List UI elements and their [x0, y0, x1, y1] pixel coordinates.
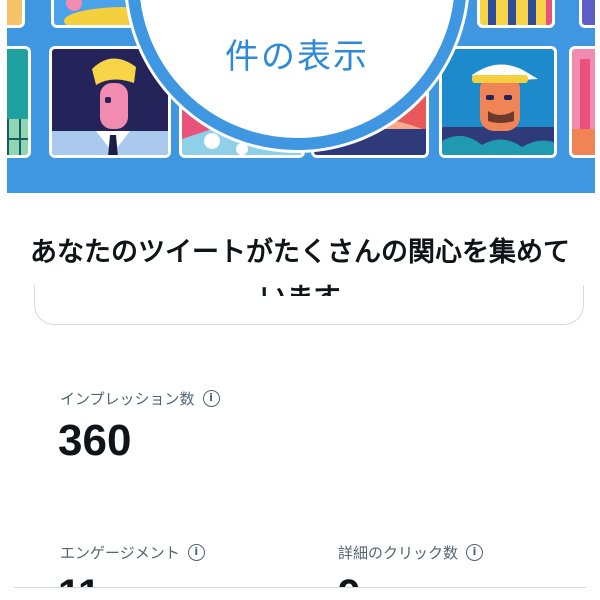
engagements-label-text: エンゲージメント: [60, 544, 180, 562]
info-icon[interactable]: i: [202, 390, 220, 407]
person-illustration: [442, 64, 554, 155]
bottom-divider: [14, 587, 586, 600]
impressions-value: 360: [58, 416, 132, 465]
avatar-tile: [7, 46, 31, 158]
avatar-tile: [7, 0, 25, 28]
badge-text: 件の表示: [225, 37, 369, 77]
detail-clicks-label: 詳細のクリック数 i: [338, 542, 484, 563]
illustration-art: [488, 0, 552, 25]
promo-card[interactable]: 件の表示 あなたのツイートがたくさんの関心を集めています: [0, 0, 600, 325]
impressions-label: インプレッション数 i: [60, 388, 220, 409]
info-icon[interactable]: i: [187, 544, 205, 561]
tweet-stats-panel: インプレッション数 i 360 エンゲージメント i 11 詳細のクリック数 i…: [0, 340, 600, 600]
illustration-art: [572, 59, 595, 155]
card-bottom-border: [34, 285, 584, 325]
avatar-tile: [579, 0, 595, 28]
avatar-tile: [477, 0, 555, 28]
avatar-tile: [569, 46, 595, 158]
info-icon[interactable]: i: [466, 544, 484, 561]
impressions-label-text: インプレッション数: [60, 390, 195, 408]
illustration-art: [7, 119, 28, 155]
engagements-label: エンゲージメント i: [60, 542, 205, 563]
detail-clicks-label-text: 詳細のクリック数: [338, 544, 459, 562]
avatar-tile: [439, 46, 557, 158]
